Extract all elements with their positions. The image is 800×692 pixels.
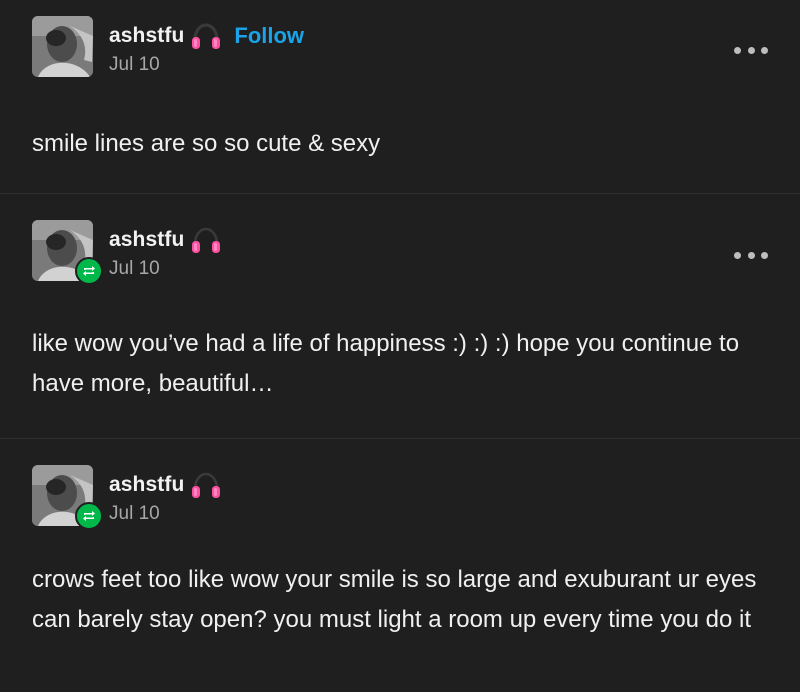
post-meta: ashstfu Follow Jul 10 [109, 16, 304, 76]
username[interactable]: ashstfu [109, 228, 184, 252]
headphones-icon [190, 226, 222, 254]
dot [761, 251, 768, 259]
headphones-icon [190, 471, 222, 499]
post-date[interactable]: Jul 10 [109, 54, 304, 76]
headphones-icon [190, 22, 222, 50]
dot [734, 251, 741, 259]
avatar[interactable] [32, 16, 93, 77]
post-body: smile lines are so so cute & sexy [32, 130, 381, 157]
name-row: ashstfu [109, 226, 222, 254]
username[interactable]: ashstfu [109, 473, 184, 497]
post: ashstfu Jul 10 like wow you’ve had a lif… [0, 193, 800, 438]
reblog-icon [75, 502, 103, 530]
post: ashstfu Jul 10 crows feet too like wow y… [0, 438, 800, 692]
dot [747, 46, 755, 54]
name-row: ashstfu [109, 471, 222, 499]
avatar-container[interactable] [32, 16, 93, 77]
avatar-container[interactable] [32, 465, 103, 530]
post-date[interactable]: Jul 10 [109, 258, 222, 280]
post-header: ashstfu Jul 10 [32, 220, 776, 285]
reblog-icon [75, 257, 103, 285]
name-row: ashstfu Follow [109, 22, 304, 50]
post-meta: ashstfu Jul 10 [109, 220, 222, 280]
dot [747, 251, 755, 259]
follow-button[interactable]: Follow [234, 23, 304, 49]
post-body: like wow you’ve had a life of happiness … [32, 330, 740, 397]
avatar-container[interactable] [32, 220, 103, 285]
post-meta: ashstfu Jul 10 [109, 465, 222, 525]
post-date[interactable]: Jul 10 [109, 503, 222, 525]
more-options-icon[interactable] [734, 45, 768, 55]
post: ashstfu Follow Jul 10 smile lines are so… [0, 0, 800, 193]
post-header: ashstfu Follow Jul 10 [32, 16, 776, 77]
dot [734, 46, 741, 54]
username[interactable]: ashstfu [109, 24, 184, 48]
post-body: crows feet too like wow your smile is so… [32, 566, 757, 633]
post-header: ashstfu Jul 10 [32, 465, 776, 530]
dot [761, 46, 768, 54]
more-options-icon[interactable] [734, 250, 768, 260]
